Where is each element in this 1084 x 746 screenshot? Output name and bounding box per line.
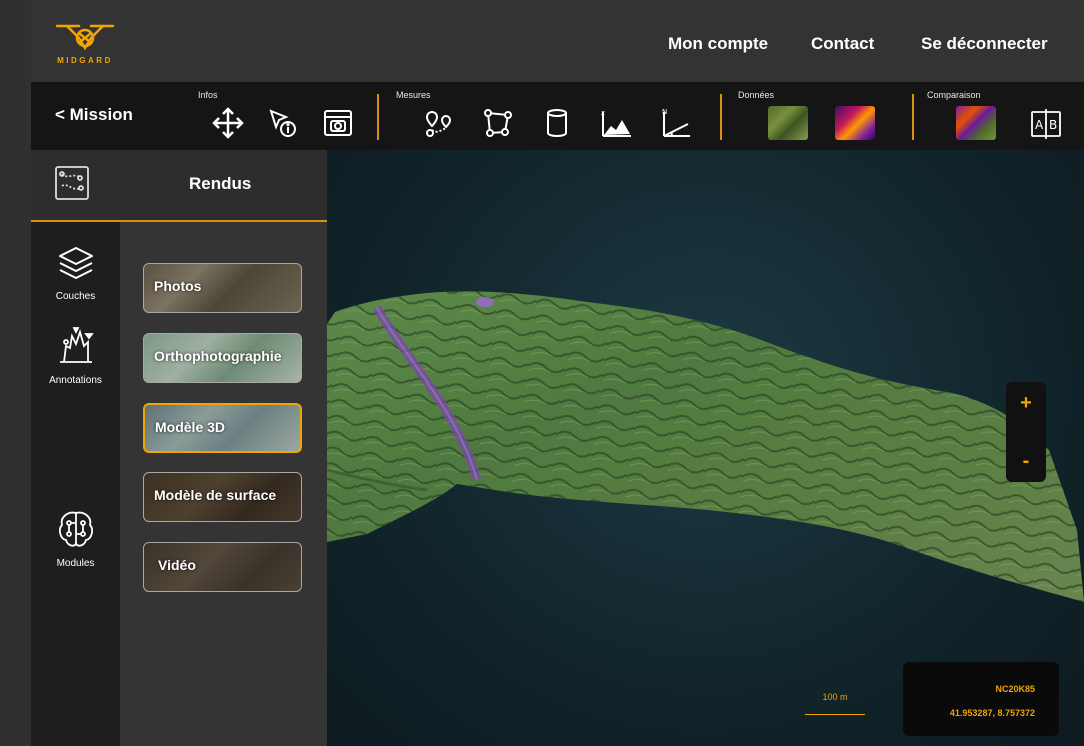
zoom-in-button[interactable]: + (1006, 392, 1046, 415)
contact-link[interactable]: Contact (811, 34, 874, 54)
render-label: Photos (154, 278, 202, 294)
group-label-mesures: Mesures (396, 90, 431, 100)
drone-logo-icon (55, 24, 115, 51)
left-rail: Couches Annotations Modules (31, 222, 120, 746)
top-bar: MIDGARD Mon compte Contact Se déconnecte… (31, 0, 1084, 82)
rail-label-layers: Couches (55, 291, 96, 302)
volume-icon[interactable] (538, 104, 576, 142)
renders-panel-header: Rendus (31, 150, 327, 222)
group-label-comparaison: Comparaison (927, 90, 981, 100)
move-icon[interactable] (209, 104, 247, 142)
render-video-button[interactable]: Vidéo (143, 542, 302, 592)
zoom-out-button[interactable]: - (1006, 450, 1046, 473)
app: MIDGARD Mon compte Contact Se déconnecte… (31, 0, 1084, 746)
toolbar-separator (720, 94, 722, 140)
render-3d-model-button[interactable]: Modèle 3D (143, 403, 302, 453)
info-pointer-icon[interactable] (264, 104, 302, 142)
camera-icon[interactable] (319, 104, 357, 142)
tool-bar: < Mission Infos Mesures z N Données Comp… (31, 82, 1084, 150)
svg-text:B: B (1049, 118, 1057, 132)
polygon-icon[interactable] (479, 104, 517, 142)
annotations-icon (59, 327, 94, 363)
render-photos-button[interactable]: Photos (143, 263, 302, 313)
elevation-profile-icon[interactable]: z (597, 104, 635, 142)
rail-item-modules[interactable]: Modules (31, 507, 120, 569)
render-label: Modèle 3D (155, 419, 226, 435)
tile-code: NC20K85 (995, 684, 1035, 694)
back-to-mission-button[interactable]: < Mission (55, 105, 133, 125)
thermal-thumbnail[interactable] (835, 106, 875, 140)
terrain-model[interactable] (327, 150, 1084, 746)
ab-compare-icon[interactable]: AB (1027, 104, 1065, 142)
map-icon[interactable] (53, 164, 91, 207)
ortho-thumbnail[interactable] (768, 106, 808, 140)
render-label: Vidéo (158, 557, 196, 573)
render-label: Orthophotographie (154, 348, 282, 364)
svg-text:A: A (1035, 118, 1044, 132)
zoom-controls: + - (1006, 382, 1046, 482)
render-orthophoto-button[interactable]: Orthophotographie (143, 333, 302, 383)
group-label-infos: Infos (198, 90, 218, 100)
brain-icon (58, 511, 93, 547)
group-label-donnees: Données (738, 90, 775, 100)
window-frame (0, 0, 31, 746)
render-label: Modèle de surface (154, 487, 277, 503)
rail-item-annotations[interactable]: Annotations (31, 324, 120, 386)
renders-panel: Photos Orthophotographie Modèle 3D Modèl… (120, 222, 327, 746)
logout-link[interactable]: Se déconnecter (921, 34, 1048, 54)
rail-label-modules: Modules (56, 558, 95, 569)
panel-title: Rendus (189, 174, 252, 193)
coordinates-readout: 41.953287, 8.757372 (949, 708, 1035, 718)
angle-icon[interactable]: N (655, 104, 693, 142)
svg-text:z: z (601, 109, 605, 117)
toolbar-separator (377, 94, 379, 140)
scale-label: 100 m (822, 692, 848, 702)
coordinates-box: NC20K85 41.953287, 8.757372 (903, 662, 1059, 736)
my-account-link[interactable]: Mon compte (668, 34, 768, 54)
compare-thumbnail[interactable] (956, 106, 996, 140)
toolbar-separator (912, 94, 914, 140)
render-surface-model-button[interactable]: Modèle de surface (143, 472, 302, 522)
route-icon[interactable] (420, 104, 458, 142)
rail-item-layers[interactable]: Couches (31, 244, 120, 302)
logo-wordmark: MIDGARD (57, 56, 113, 65)
midgard-logo[interactable]: MIDGARD (49, 20, 121, 68)
svg-text:N: N (662, 108, 667, 116)
scale-bar (805, 714, 865, 715)
3d-viewer[interactable] (327, 150, 1084, 746)
layers-icon (58, 247, 93, 279)
rail-label-annotations: Annotations (49, 375, 102, 386)
